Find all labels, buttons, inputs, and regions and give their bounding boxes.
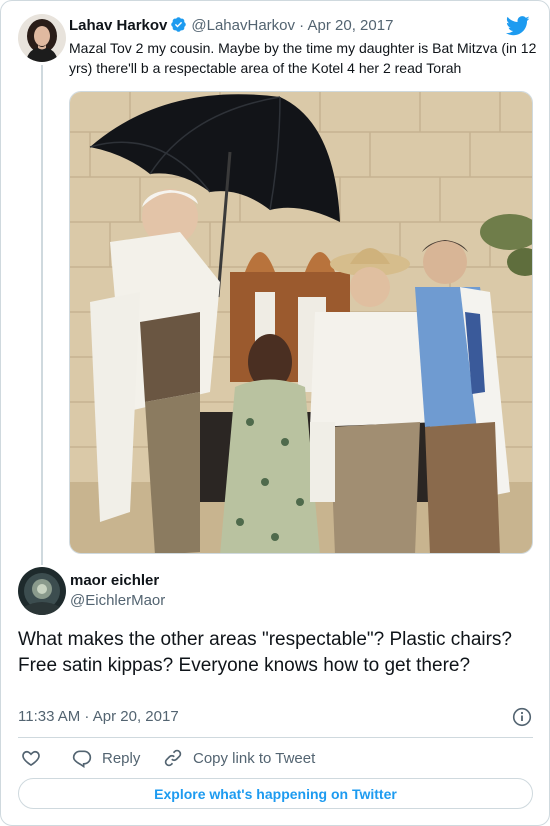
reply-button[interactable]: Reply [72, 747, 140, 769]
reply-label: Reply [102, 749, 141, 767]
reply-handle[interactable]: @EichlerMaor [70, 592, 165, 610]
parent-author-name[interactable]: Lahav Harkov [69, 17, 167, 34]
meta-separator: · [299, 17, 305, 34]
copy-link-label: Copy link to Tweet [193, 749, 316, 767]
lahav-avatar[interactable] [18, 14, 66, 62]
thread-connector-line [41, 65, 43, 565]
embedded-tweet-card: Lahav Harkov @LahavHarkov · Apr 20, 2017 … [0, 0, 550, 826]
reply-bubble-icon [72, 748, 92, 768]
info-icon[interactable] [512, 707, 532, 732]
parent-tweet-text: Mazal Tov 2 my cousin. Maybe by the time… [69, 40, 537, 76]
reply-timestamp[interactable]: 11:33 AM · Apr 20, 2017 [18, 707, 179, 727]
copy-link-button[interactable]: Copy link to Tweet [163, 747, 315, 769]
maor-avatar[interactable] [18, 567, 66, 615]
heart-icon [21, 748, 41, 768]
reply-tweet-text: What makes the other areas "respectable"… [18, 629, 512, 676]
reply-author-name[interactable]: maor eichler [70, 572, 159, 590]
family-torah-reading-photo [70, 92, 532, 553]
parent-handle[interactable]: @LahavHarkov [191, 17, 295, 34]
parent-date[interactable]: Apr 20, 2017 [308, 17, 394, 34]
like-button[interactable] [21, 747, 41, 769]
explore-label: Explore what's happening on Twitter [154, 785, 397, 802]
verified-badge-icon [170, 16, 187, 39]
link-icon [163, 748, 183, 768]
explore-twitter-button[interactable]: Explore what's happening on Twitter [18, 778, 533, 809]
tweet-photo[interactable] [69, 91, 533, 554]
actions-divider [18, 737, 533, 738]
parent-tweet-header: Lahav Harkov @LahavHarkov · Apr 20, 2017 [69, 16, 393, 39]
